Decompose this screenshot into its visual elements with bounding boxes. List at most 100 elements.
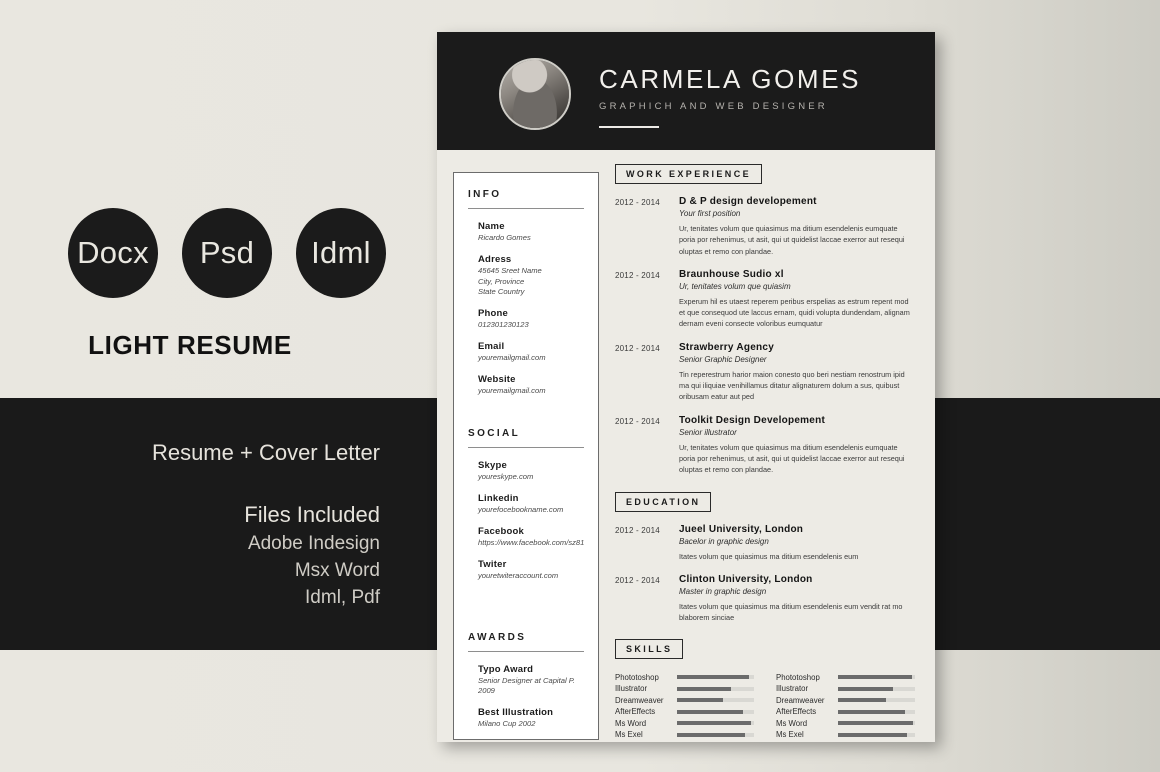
entry-subtitle: Master in graphic design — [679, 586, 767, 596]
hat-shape — [501, 63, 569, 86]
skill-fill — [838, 732, 908, 737]
format-badge-label: Idml — [311, 235, 371, 270]
skill-track — [838, 709, 915, 714]
social-key: Linkedin — [478, 493, 519, 505]
skills-column-left: Phototoshop Illustrator Dreamweaver Afte… — [615, 671, 754, 740]
skill-track — [838, 675, 915, 680]
info-value: 012301230123 — [478, 320, 529, 330]
entry-description: Itates volum que quiasimus ma ditium ese… — [679, 551, 859, 561]
info-value: Ricardo Gomes — [478, 233, 531, 242]
info-item: Adress 45645 Sreet Name City, Province S… — [478, 254, 584, 298]
skills-column-right: Phototoshop Illustrator Dreamweaver Afte… — [776, 671, 915, 740]
skill-label: Illustrator — [615, 684, 648, 694]
skill-label: Ms Exel — [615, 730, 643, 740]
entry-subtitle: Bacelor in graphic design — [679, 536, 769, 546]
job-title: GRAPHICH AND WEB DESIGNER — [599, 101, 828, 112]
social-value[interactable]: youretwiteraccount.com — [478, 571, 584, 582]
skill-row: AfterEffects — [776, 706, 915, 718]
skill-row: Ms Word — [776, 717, 915, 729]
skill-track — [838, 732, 915, 737]
entry-role: D & P design developement — [679, 196, 817, 207]
entry-description: Itates volum que quiasimus ma ditium ese… — [679, 601, 903, 623]
sidebar-card: INFO Name Ricardo Gomes Adress 45645 Sre… — [453, 172, 599, 740]
divider — [468, 650, 584, 652]
skill-track — [838, 721, 915, 726]
info-key: Email — [478, 340, 505, 352]
format-badge-label: Docx — [77, 235, 149, 270]
divider — [468, 208, 584, 209]
resume-header: CARMELA GOMES GRAPHICH AND WEB DESIGNER — [437, 32, 935, 150]
award-value: Milano Cup 2002 — [478, 719, 536, 729]
info-key: Name — [478, 221, 505, 232]
sidebar-section-info: INFO Name Ricardo Gomes Adress 45645 Sre… — [454, 189, 598, 396]
award-key: Best Illustration — [478, 707, 554, 719]
skill-fill — [677, 686, 731, 691]
name-block: CARMELA GOMES GRAPHICH AND WEB DESIGNER — [599, 66, 861, 128]
skill-fill — [838, 721, 913, 726]
files-included-item: Msx Word — [294, 559, 380, 581]
format-badges: Docx Psd Idml — [68, 208, 386, 298]
entry-role: Strawberry Agency — [679, 341, 775, 353]
skill-fill — [838, 709, 905, 714]
files-included-item: Adobe Indesign — [247, 533, 380, 554]
award-key: Typo Award — [478, 663, 534, 675]
info-value: 45645 Sreet Name City, Province State Co… — [478, 265, 542, 297]
skill-row: Dreamweaver — [615, 694, 754, 706]
skill-fill — [677, 721, 751, 726]
format-badge-idml: Idml — [296, 208, 386, 298]
skill-fill — [677, 709, 744, 714]
skill-label: Ms Exel — [776, 730, 804, 740]
skill-track — [677, 732, 754, 737]
skill-track — [677, 721, 754, 726]
divider — [468, 447, 584, 449]
skill-fill — [677, 675, 750, 680]
info-item: Website youremailgmail.com — [478, 374, 584, 397]
award-item: Typo Award Senior Designer at Capital P.… — [478, 664, 584, 698]
entry-subtitle: Your first position — [679, 209, 741, 218]
skill-label: AfterEffects — [776, 707, 817, 717]
skill-fill — [838, 686, 893, 691]
format-badge-docx: Docx — [68, 208, 158, 298]
info-item: Name Ricardo Gomes — [478, 221, 584, 244]
sidebar-section-social: SOCIAL Skype youreskype.com Linkedin you… — [454, 428, 598, 581]
skill-track — [677, 709, 754, 714]
skill-fill — [677, 732, 745, 737]
sidebar-section-awards: AWARDS Typo Award Senior Designer at Cap… — [454, 632, 598, 730]
files-included-item: Idml, Pdf — [305, 586, 380, 608]
social-key: Twiter — [478, 558, 507, 570]
social-item: Skype youreskype.com — [478, 460, 584, 483]
skill-label: Illustrator — [776, 684, 809, 694]
skill-fill — [838, 675, 912, 680]
social-value[interactable]: https://www.facebook.com/sz81 — [478, 538, 584, 549]
entry-description: Tin reperestrum harior maion conesto quo… — [679, 369, 905, 402]
section-heading-skills: SKILLS — [615, 639, 684, 660]
social-value[interactable]: youreskype.com — [478, 472, 584, 483]
files-included-title: Files Included — [244, 502, 380, 527]
entry-subtitle: Ur, tenitates volum que quiasim — [679, 281, 791, 291]
resume-page: CARMELA GOMES GRAPHICH AND WEB DESIGNER … — [437, 32, 935, 742]
skill-label: Dreamweaver — [615, 695, 664, 705]
section-heading-education: EDUCATION — [615, 491, 712, 512]
skill-row: AfterEffects — [615, 706, 754, 718]
skill-track — [677, 675, 754, 680]
work-entry: 2012 - 2014 Strawberry Agency Senior Gra… — [615, 342, 915, 403]
sidebar-section-heading: AWARDS — [468, 631, 527, 643]
award-value: Senior Designer at Capital P. 2009 — [478, 675, 575, 696]
skill-row: Ms Word — [615, 717, 754, 729]
page-title: CARMELA GOMES — [599, 64, 862, 94]
skill-label: Phototoshop — [776, 672, 820, 682]
skill-row: Phototoshop — [615, 671, 754, 683]
format-badge-psd: Psd — [182, 208, 272, 298]
entry-role: Braunhouse Sudio xl — [679, 268, 784, 280]
social-key: Skype — [478, 460, 507, 472]
resume-body: INFO Name Ricardo Gomes Adress 45645 Sre… — [437, 150, 935, 742]
skill-row: Illustrator — [776, 683, 915, 695]
social-value[interactable]: yourefocebookname.com — [478, 505, 584, 516]
education-entry: 2012 - 2014 Jueel University, London Bac… — [615, 524, 915, 562]
work-entry: 2012 - 2014 Toolkit Design Developement … — [615, 415, 915, 476]
info-item: Phone 012301230123 — [478, 308, 584, 331]
skill-row: Ms Exel — [615, 729, 754, 741]
award-item: Best Illustration Milano Cup 2002 — [478, 707, 584, 730]
